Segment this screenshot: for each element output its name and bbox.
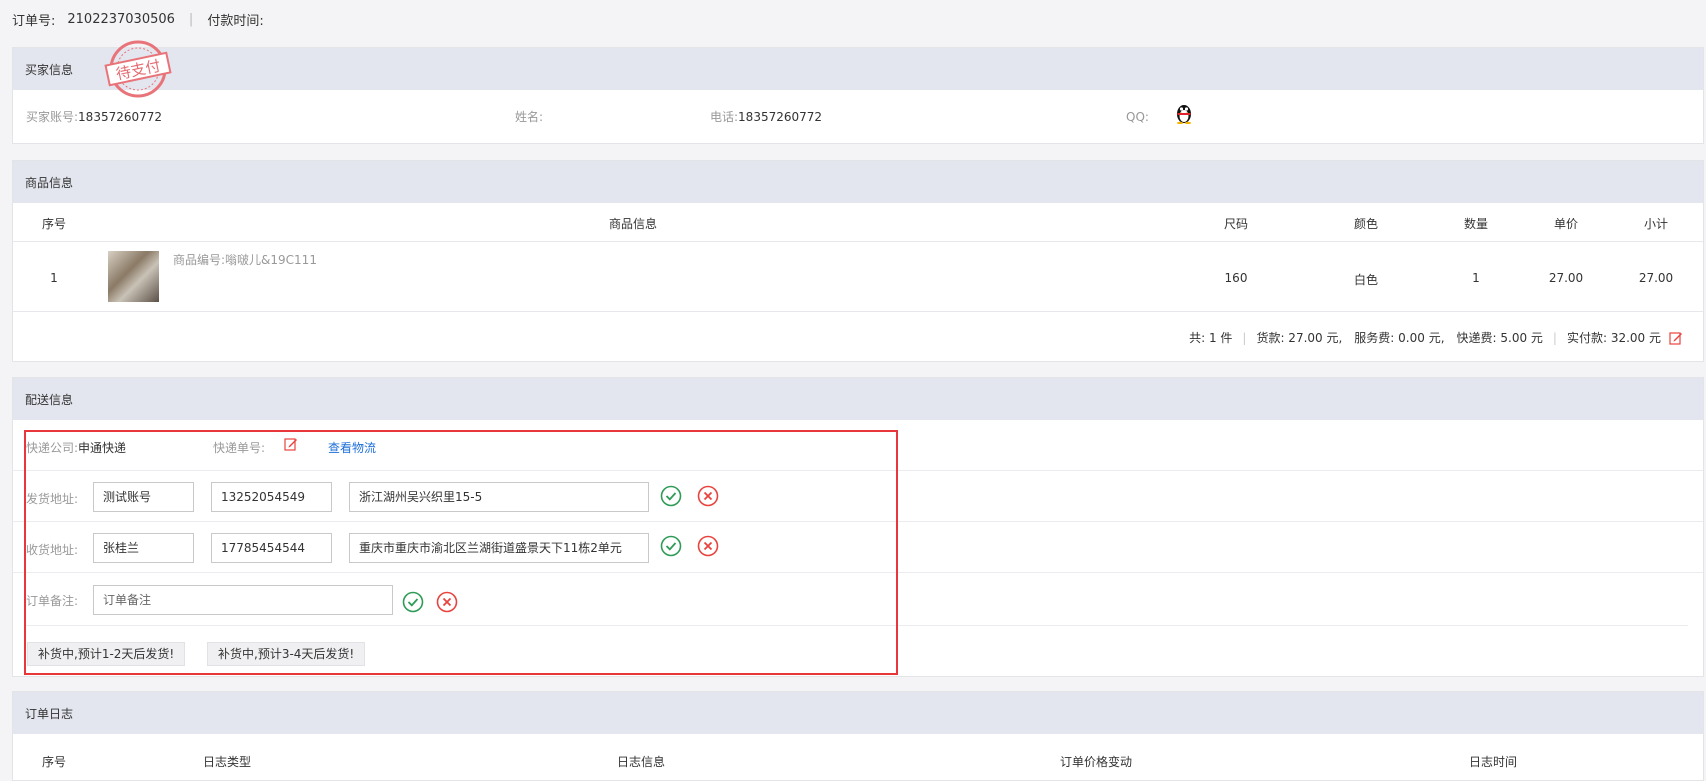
delivery-divider-3 xyxy=(13,572,1703,573)
tracking-field: 快递单号: xyxy=(213,439,265,456)
buyer-account-field: 买家账号:18357260772 xyxy=(26,108,162,125)
product-row-qty: 1 xyxy=(1472,271,1480,285)
pay-time-label: 付款时间: xyxy=(207,13,264,29)
courier-label: 快递公司: xyxy=(26,441,79,455)
cancel-sender-icon[interactable] xyxy=(697,485,719,507)
buyer-qq-field: QQ: xyxy=(1126,110,1149,124)
sender-label: 发货地址: xyxy=(26,492,79,506)
receiver-label: 收货地址: xyxy=(26,543,79,557)
qq-penguin-icon[interactable] xyxy=(1174,102,1194,124)
buyer-phone-field: 电话:18357260772 xyxy=(710,108,822,125)
buyer-qq-label: QQ: xyxy=(1126,110,1149,124)
order-number-label: 订单号: xyxy=(12,13,56,29)
receiver-name-input[interactable]: 张桂兰 xyxy=(93,533,194,563)
edit-price-icon[interactable] xyxy=(1669,331,1683,345)
product-row-size: 160 xyxy=(1224,271,1248,285)
tracking-label: 快递单号: xyxy=(213,441,266,455)
product-col-price: 单价 xyxy=(1553,217,1579,231)
courier-name: 申通快递 xyxy=(78,441,127,455)
order-header-separator: | xyxy=(188,11,194,27)
buyer-account-label: 买家账号: xyxy=(26,110,79,124)
log-col-time: 日志时间 xyxy=(1468,755,1518,769)
product-row-divider xyxy=(13,311,1703,312)
order-header: 订单号: 2102237030506 | 付款时间: xyxy=(12,8,276,30)
delivery-divider-4 xyxy=(26,625,1688,626)
buyer-info-panel: 买家信息 待支付 买家账号:18357260772 姓名: 电话:1835726… xyxy=(12,40,1704,144)
delivery-info-panel: 配送信息 快递公司:申通快递 快递单号: 查看物流 发货地址: 测试账号 132… xyxy=(12,377,1704,677)
log-col-type: 日志类型 xyxy=(202,755,252,769)
restock-tag-3-4-days[interactable]: 补货中,预计3-4天后发货! xyxy=(207,642,366,666)
buyer-info-title: 买家信息 xyxy=(13,48,1703,90)
summary-count: 共: 1 件 xyxy=(1189,331,1233,345)
log-col-index: 序号 xyxy=(41,755,67,769)
courier-field: 快递公司:申通快递 xyxy=(26,439,126,456)
edit-tracking-icon[interactable] xyxy=(284,437,298,451)
buyer-account: 18357260772 xyxy=(78,110,163,124)
product-row-info: 商品编号:嗡啵儿&19C111 xyxy=(173,253,317,267)
summary-bar: | xyxy=(1242,330,1247,345)
receiver-address-input[interactable]: 重庆市重庆市渝北区兰湖街道盛景天下11栋2单元 xyxy=(349,533,649,563)
product-row-subtotal: 27.00 xyxy=(1638,271,1674,285)
restock-tag-1-2-days[interactable]: 补货中,预计1-2天后发货! xyxy=(27,642,186,666)
product-info-panel: 商品信息 序号 商品信息 尺码 颜色 数量 单价 小计 1 商品编号:嗡啵儿&1… xyxy=(12,160,1704,362)
product-info-title: 商品信息 xyxy=(13,161,1703,203)
product-thumbnail[interactable] xyxy=(108,251,159,302)
summary-service: 服务费: 0.00 元, xyxy=(1354,331,1445,345)
cancel-remark-icon[interactable] xyxy=(436,591,458,613)
product-col-info: 商品信息 xyxy=(608,217,658,231)
confirm-remark-icon[interactable] xyxy=(402,591,424,613)
remark-input[interactable]: 订单备注 xyxy=(93,585,393,615)
order-number: 2102237030506 xyxy=(67,11,175,27)
product-row-index: 1 xyxy=(50,271,58,285)
log-col-info: 日志信息 xyxy=(616,755,666,769)
product-col-color: 颜色 xyxy=(1353,217,1379,231)
summary-goods: 货款: 27.00 元, xyxy=(1256,331,1343,345)
buyer-phone-label: 电话: xyxy=(710,110,739,124)
view-logistics-link[interactable]: 查看物流 xyxy=(328,439,376,456)
pending-payment-stamp-icon: 待支付 xyxy=(104,40,172,98)
delivery-info-title: 配送信息 xyxy=(13,378,1703,420)
sender-address-input[interactable]: 浙江湖州吴兴织里15-5 xyxy=(349,482,649,512)
summary-shipping: 快递费: 5.00 元 xyxy=(1456,331,1543,345)
receiver-phone-input[interactable]: 17785454544 xyxy=(211,533,332,563)
confirm-sender-icon[interactable] xyxy=(660,485,682,507)
product-row-color: 白色 xyxy=(1353,273,1379,287)
product-col-subtotal: 小计 xyxy=(1643,217,1669,231)
summary-paid: 实付款: 32.00 元 xyxy=(1566,331,1661,345)
delivery-divider-1 xyxy=(13,470,1703,471)
confirm-receiver-icon[interactable] xyxy=(660,535,682,557)
log-col-price-change: 订单价格变动 xyxy=(1059,755,1133,769)
summary-bar-2: | xyxy=(1552,330,1557,345)
order-summary: 共: 1 件 | 货款: 27.00 元, 服务费: 0.00 元, 快递费: … xyxy=(1189,329,1683,346)
cancel-receiver-icon[interactable] xyxy=(697,535,719,557)
product-row-price: 27.00 xyxy=(1548,271,1584,285)
product-col-size: 尺码 xyxy=(1223,217,1249,231)
sender-name-input[interactable]: 测试账号 xyxy=(93,482,194,512)
delivery-divider-2 xyxy=(13,521,1703,522)
buyer-phone: 18357260772 xyxy=(738,110,823,124)
buyer-name-label: 姓名: xyxy=(515,110,544,124)
order-log-title: 订单日志 xyxy=(13,692,1703,734)
order-log-panel: 订单日志 序号 日志类型 日志信息 订单价格变动 日志时间 xyxy=(12,691,1704,781)
remark-label: 订单备注: xyxy=(26,594,79,608)
product-col-index: 序号 xyxy=(41,217,67,231)
product-col-qty: 数量 xyxy=(1463,217,1489,231)
buyer-name-field: 姓名: xyxy=(515,108,543,125)
sender-phone-input[interactable]: 13252054549 xyxy=(211,482,332,512)
product-header-divider xyxy=(13,241,1703,242)
